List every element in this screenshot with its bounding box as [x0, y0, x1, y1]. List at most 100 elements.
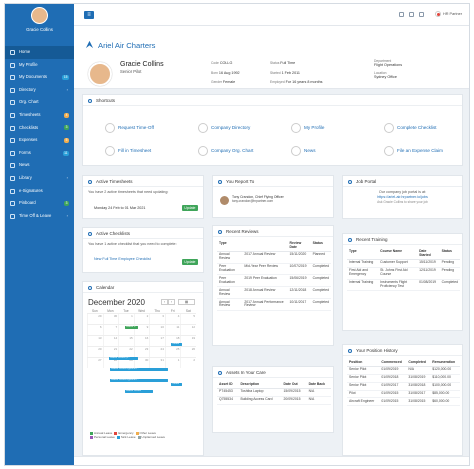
calendar-day[interactable]: 31 — [149, 358, 165, 368]
table-row[interactable]: Pilot 01/09/2015 31/08/2017 $85,000.00 — [347, 390, 460, 399]
calendar-day[interactable]: 4 — [164, 314, 181, 324]
shortcut-company-directory[interactable]: Company Directory — [198, 122, 250, 133]
table-row[interactable]: PT45453 Toshiba Laptop 15/09/2015 N/A — [217, 388, 331, 397]
badge-count: 15 — [62, 74, 69, 80]
sidebar-item-news[interactable]: News — [5, 159, 74, 172]
table-row[interactable]: Senior Pilot 01/09/2018 31/08/2019 $110,000… — [347, 374, 460, 383]
table-cell: Peer Evaluation — [217, 263, 243, 276]
sidebar-item-home[interactable]: Home — [5, 46, 74, 59]
sidebar-item-org-chart[interactable]: Org. Chart — [5, 96, 74, 109]
search-icon[interactable] — [399, 12, 404, 17]
update-checklist-button[interactable]: Update — [181, 259, 198, 265]
shortcut-request-time-off[interactable]: Request Time-Off — [105, 122, 154, 133]
calendar-event[interactable]: Gracie C — [125, 326, 138, 329]
calendar-event[interactable]: Gracie Collins (A... — [109, 357, 138, 360]
sidebar-item-my-documents[interactable]: My Documents 15 — [5, 71, 74, 84]
shortcut-my-profile[interactable]: My Profile — [291, 122, 324, 133]
calendar-day[interactable]: 7 — [102, 325, 119, 335]
table-row[interactable]: Internal Training Customer Support 15/11/2… — [347, 259, 460, 268]
calendar-day[interactable]: 14 — [102, 336, 119, 346]
calendar-day[interactable]: 19 — [180, 336, 196, 346]
calendar-event[interactable]: Gracie Collins Appointm... — [110, 379, 168, 382]
table-row[interactable]: First Aid and Emergency St. Johns First A… — [347, 267, 460, 280]
table-row[interactable]: Peer Evaluation Mid-Year Peer Review 10/07… — [217, 263, 331, 276]
calendar-day[interactable]: 2 — [133, 314, 150, 324]
assets-title: Assets In Your Care — [213, 367, 333, 378]
avatar[interactable] — [31, 7, 48, 24]
calendar-day[interactable]: 1 — [164, 358, 181, 368]
calendar-day[interactable]: 5 — [180, 314, 196, 324]
calendar-day[interactable]: 15 — [118, 336, 134, 346]
calendar-day[interactable]: 26 — [180, 347, 196, 357]
sidebar-user-name[interactable]: Gracie Collins — [5, 27, 74, 32]
calendar-event[interactable]: Gracie Collins Appointm... — [110, 368, 168, 371]
table-row[interactable]: Q755534 Building Access Card 20/09/2015 N/A — [217, 396, 331, 405]
account-menu[interactable]: HR Partner — [435, 11, 462, 18]
calendar-day[interactable]: 6 — [87, 325, 103, 335]
table-row[interactable]: Internal Training Instruments Flight Prof… — [347, 279, 460, 292]
sidebar-item-timesheets[interactable]: Timesheets 4 — [5, 109, 74, 122]
menu-toggle-button[interactable]: ≡ — [84, 11, 94, 19]
table-row[interactable]: Peer Evaluation 2019 Peer Evaluation 15/06… — [217, 274, 331, 288]
sidebar-item-time-off-leave[interactable]: Time Off & Leave › — [5, 210, 74, 223]
calendar-day[interactable]: 13 — [87, 336, 103, 346]
calendar-day[interactable]: 10 — [149, 325, 165, 335]
table-row[interactable]: Annual Review 2018 Annual Review 12/11/201… — [217, 286, 331, 300]
calendar-day[interactable]: 21 — [102, 347, 119, 357]
calendar-event[interactable]: Gracie Collins — [125, 390, 153, 393]
calendar-event[interactable]: Toddie — [171, 343, 182, 346]
calendar-event[interactable]: Toddie — [171, 383, 182, 386]
help-icon[interactable] — [419, 12, 424, 17]
update-timesheet-button[interactable]: Update — [181, 205, 198, 211]
shortcut-complete-checklist[interactable]: Complete Checklist — [384, 122, 437, 133]
calendar-day[interactable]: 24 — [149, 347, 165, 357]
table-row[interactable]: Annual Review 2017 Annual Review 15/11/202… — [217, 251, 331, 264]
calendar-today-button[interactable]: ▦ — [178, 299, 195, 305]
calendar-day[interactable]: 3 — [149, 314, 165, 324]
shortcut-company-org-chart[interactable]: Company Org. Chart — [198, 145, 253, 156]
job-portal-link[interactable]: https://ariel-air.hrpartner.io/jobs — [343, 195, 462, 200]
sidebar-profile[interactable]: Gracie Collins — [5, 4, 74, 46]
calendar-prev-button[interactable]: ‹ — [161, 299, 168, 305]
table-cell: 10/07/2019 — [287, 263, 311, 276]
calendar-day[interactable]: 22 — [118, 347, 134, 357]
shortcut-fill-in-timesheet[interactable]: Fill in Timesheet — [105, 145, 151, 156]
calendar-day[interactable]: 20 — [87, 347, 103, 357]
sidebar-item-label: Home — [19, 49, 31, 54]
calendar-day[interactable]: 30 — [102, 314, 119, 324]
table-row[interactable]: Aircraft Engineer 01/09/2015 31/08/2015 $60… — [347, 397, 460, 407]
sidebar-item-my-profile[interactable]: My Profile — [5, 59, 74, 72]
table-cell: 2017 Annual Review — [242, 251, 288, 264]
calendar-next-button[interactable]: › — [168, 299, 175, 305]
calendar-grid[interactable]: SunMonTueWedThuFriSat2930123456789101112… — [87, 309, 196, 368]
sidebar-item-directory[interactable]: Directory › — [5, 84, 74, 97]
profile-icon — [291, 122, 301, 133]
calendar-day[interactable]: 12 — [180, 325, 196, 335]
sidebar-item-library[interactable]: Library › — [5, 172, 74, 185]
table-row[interactable]: Senior Pilot 01/09/2017 31/08/2018 $100,000… — [347, 382, 460, 391]
sidebar-item-forms[interactable]: Forms 11 — [5, 147, 74, 160]
sidebar-item-expenses[interactable]: Expenses 5 — [5, 134, 74, 147]
timesheet-row[interactable]: Monday 24 Feb to 01 Mar 2021 — [94, 206, 145, 211]
sidebar-item-e-signatures[interactable]: e-Signatures — [5, 185, 74, 198]
table-row[interactable]: Annual Review 2017 Annual Performance Rev… — [217, 298, 331, 311]
calendar-day[interactable]: 1 — [118, 314, 134, 324]
shortcut-file-an-expense-claim[interactable]: File an Expense Claim — [384, 145, 443, 156]
calendar-day[interactable]: 29 — [87, 314, 103, 324]
table-row[interactable]: Senior Pilot 01/09/2019 N/A $120,000.00 — [347, 366, 460, 375]
calendar-day[interactable]: 17 — [149, 336, 165, 346]
manager-email[interactable]: tony.crandon@hrpartner.com — [232, 199, 273, 204]
calendar-day[interactable]: 25 — [164, 347, 181, 357]
sidebar-item-label: Org. Chart — [19, 99, 39, 105]
shortcut-news[interactable]: News — [291, 145, 316, 156]
calendar-day[interactable]: 23 — [133, 347, 150, 357]
notification-icon[interactable] — [409, 12, 414, 17]
calendar-day[interactable]: 16 — [133, 336, 150, 346]
sidebar-item-checklists[interactable]: Checklists 3 — [5, 122, 74, 135]
calendar-day[interactable]: 11 — [164, 325, 181, 335]
checklist-link[interactable]: New Full Time Employee Checklist — [94, 257, 154, 262]
calendar-day[interactable]: 27 — [87, 358, 103, 368]
sidebar-item-pinboard[interactable]: Pinboard 3 — [5, 197, 74, 210]
table-cell: $120,000.00 — [430, 366, 460, 375]
calendar-day[interactable]: 2 — [180, 358, 196, 368]
